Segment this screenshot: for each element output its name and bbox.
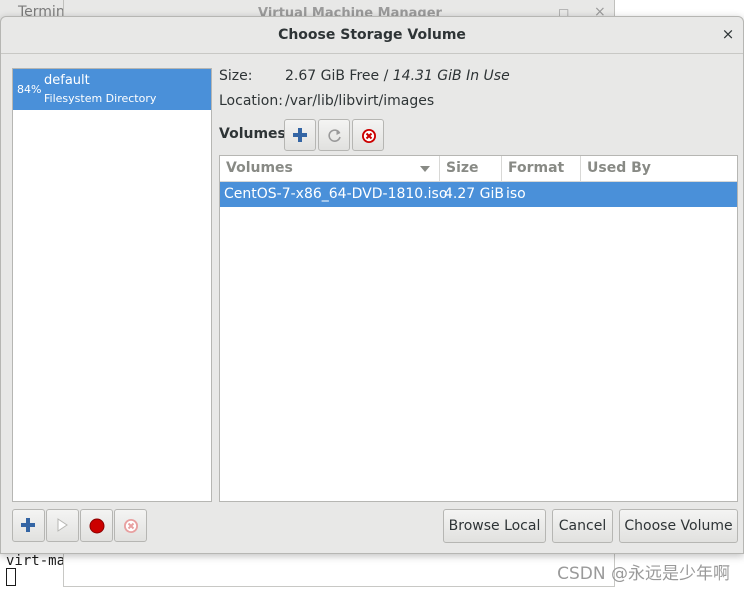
volumes-heading: Volumes bbox=[219, 126, 286, 142]
location-label: Location: bbox=[219, 93, 283, 109]
stop-icon bbox=[89, 518, 105, 534]
dialog-titlebar[interactable]: Choose Storage Volume × bbox=[1, 17, 743, 54]
column-header-size[interactable]: Size bbox=[440, 156, 502, 182]
terminal-cursor bbox=[6, 568, 16, 586]
pool-usage-percent: 84% bbox=[17, 83, 42, 96]
pool-type: Filesystem Directory bbox=[44, 92, 157, 105]
choose-storage-volume-dialog: Choose Storage Volume × 84% default File… bbox=[0, 16, 744, 554]
size-in-use: 14.31 GiB In Use bbox=[392, 68, 510, 84]
column-header-format[interactable]: Format bbox=[502, 156, 581, 182]
browse-local-button[interactable]: Browse Local bbox=[443, 509, 546, 543]
location-value: /var/lib/libvirt/images bbox=[285, 93, 435, 109]
pool-name: default bbox=[44, 73, 90, 88]
delete-icon bbox=[362, 129, 376, 143]
sort-down-icon bbox=[420, 166, 430, 172]
size-label: Size: bbox=[219, 68, 253, 84]
plus-icon bbox=[293, 128, 307, 142]
choose-volume-button[interactable]: Choose Volume bbox=[619, 509, 738, 543]
column-header-label: Format bbox=[508, 160, 565, 176]
volume-size-cell: 4.27 GiB bbox=[444, 186, 504, 202]
dialog-title: Choose Storage Volume bbox=[278, 27, 466, 43]
column-header-label: Used By bbox=[587, 160, 651, 176]
size-value: 2.67 GiB Free / 14.31 GiB In Use bbox=[285, 68, 510, 84]
column-header-label: Size bbox=[446, 160, 479, 176]
table-row[interactable]: CentOS-7-x86_64-DVD-1810.iso 4.27 GiB is… bbox=[220, 182, 737, 207]
add-pool-button[interactable] bbox=[12, 509, 45, 542]
play-icon bbox=[57, 518, 68, 532]
refresh-icon bbox=[328, 129, 341, 142]
refresh-volumes-button[interactable] bbox=[318, 119, 350, 151]
add-volume-button[interactable] bbox=[284, 119, 316, 151]
close-icon[interactable]: × bbox=[719, 25, 737, 43]
plus-icon bbox=[21, 518, 35, 532]
pool-item-default[interactable]: 84% default Filesystem Directory bbox=[13, 69, 211, 110]
stop-pool-button[interactable] bbox=[80, 509, 113, 542]
column-header-used-by[interactable]: Used By bbox=[581, 156, 737, 182]
cancel-button[interactable]: Cancel bbox=[552, 509, 613, 543]
delete-icon bbox=[124, 519, 138, 533]
watermark: CSDN @永远是少年啊 bbox=[557, 564, 730, 584]
delete-volume-button[interactable] bbox=[352, 119, 384, 151]
volume-table[interactable]: Volumes Size Format Used By CentOS-7-x86… bbox=[219, 155, 738, 502]
terminal-text: virt-ma bbox=[6, 553, 66, 569]
column-header-label: Volumes bbox=[226, 160, 293, 176]
volume-name-cell: CentOS-7-x86_64-DVD-1810.iso bbox=[224, 186, 448, 202]
size-free: 2.67 GiB Free / bbox=[285, 68, 393, 84]
delete-pool-button[interactable] bbox=[114, 509, 147, 542]
volume-table-header: Volumes Size Format Used By bbox=[220, 156, 737, 182]
start-pool-button[interactable] bbox=[46, 509, 79, 542]
background-vmm-bottom bbox=[63, 553, 615, 587]
volume-format-cell: iso bbox=[506, 186, 526, 202]
column-header-volumes[interactable]: Volumes bbox=[220, 156, 440, 182]
storage-pool-list[interactable]: 84% default Filesystem Directory bbox=[12, 68, 212, 502]
